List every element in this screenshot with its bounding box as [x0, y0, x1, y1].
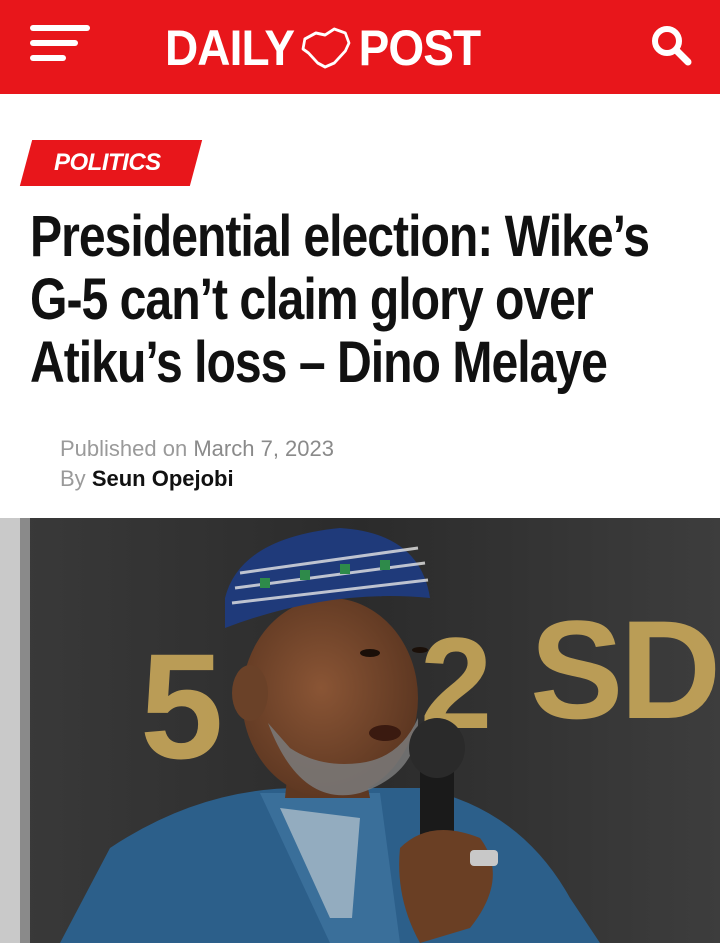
logo-text-daily: DAILY [165, 20, 295, 76]
category-label[interactable]: POLITICS [54, 146, 161, 180]
byline: By Seun Opejobi [60, 464, 334, 494]
by-prefix: By [60, 466, 86, 491]
published-line: Published on March 7, 2023 [60, 434, 334, 464]
article-meta: Published on March 7, 2023 By Seun Opejo… [60, 434, 334, 494]
logo-text-post: POST [358, 20, 481, 76]
hamburger-menu-icon[interactable] [30, 23, 92, 65]
svg-text:D: D [620, 591, 720, 748]
article-title: Presidential election: Wike’s G-5 can’t … [30, 204, 650, 395]
author-name[interactable]: Seun Opejobi [92, 466, 234, 491]
svg-text:5: 5 [140, 622, 223, 790]
svg-text:S: S [530, 591, 623, 748]
search-icon[interactable] [650, 24, 694, 68]
published-prefix: Published on [60, 436, 188, 461]
featured-image-illustration: 5 2 S D [0, 518, 720, 943]
featured-image: 5 2 S D [0, 518, 720, 943]
published-date: March 7, 2023 [193, 436, 334, 461]
site-logo[interactable]: DAILY POST [165, 18, 481, 78]
header-bar: DAILY POST [0, 0, 720, 94]
nigeria-map-icon [302, 27, 351, 69]
